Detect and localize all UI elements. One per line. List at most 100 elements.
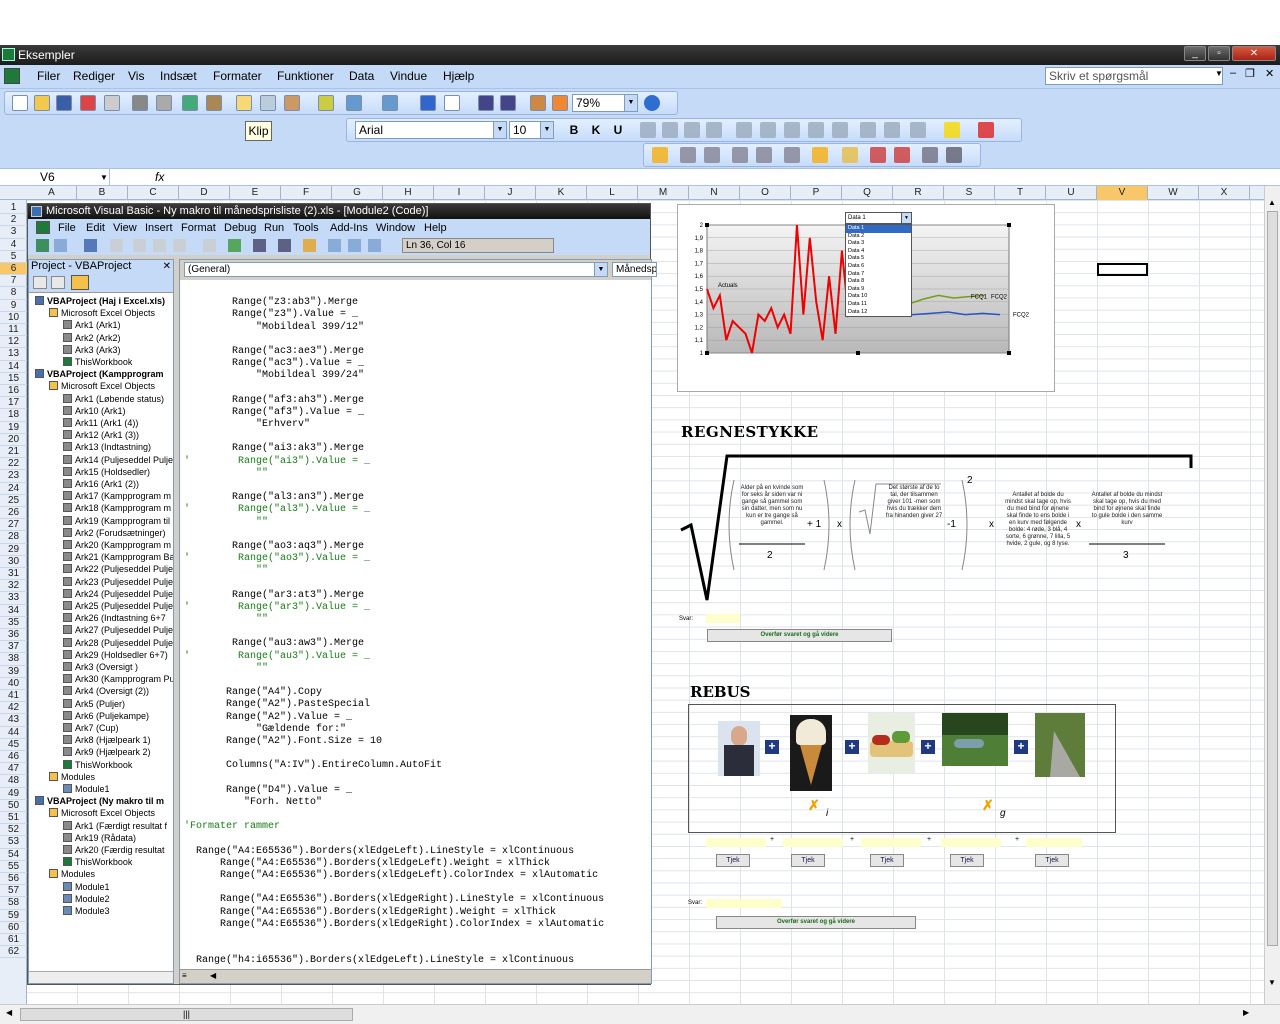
row-header[interactable]: 8 [0,287,27,300]
column-header[interactable]: L [587,186,638,200]
column-header[interactable]: M [638,186,689,200]
row-header[interactable]: 44 [0,727,27,739]
row-header[interactable]: 52 [0,824,27,837]
tree-item[interactable]: Microsoft Excel Objects [31,807,173,819]
trace-dependents-icon[interactable] [704,147,720,163]
menu-hjaelp[interactable]: Hjælp [443,69,474,83]
row-header[interactable]: 38 [0,653,27,666]
row-header[interactable]: 36 [0,629,27,642]
open-icon[interactable] [34,95,50,111]
row-header[interactable]: 34 [0,605,27,617]
autosum-icon[interactable] [444,95,460,111]
view-object-icon[interactable] [51,276,65,289]
increase-decimal-icon[interactable] [808,122,824,138]
vbe-document-icon[interactable] [36,221,50,234]
row-header[interactable]: 10 [0,312,27,324]
row-header[interactable]: 9 [0,300,27,312]
tree-item[interactable]: Ark1 (Færdigt resultat f [31,820,173,832]
row-header[interactable]: 20 [0,434,27,446]
print-icon[interactable] [132,95,148,111]
tree-item[interactable]: ThisWorkbook [31,759,173,771]
row-header[interactable]: 37 [0,641,27,654]
row-header[interactable]: 17 [0,397,27,410]
maximize-icon[interactable]: ▫ [1208,46,1230,61]
tree-item[interactable]: Ark3 (Oversigt ) [31,661,173,673]
column-header[interactable]: A [27,186,77,200]
copy-icon[interactable] [260,95,276,111]
tree-item[interactable]: ThisWorkbook [31,856,173,868]
row-header[interactable]: 48 [0,775,27,788]
tjek-button-1[interactable]: Tjek [716,854,750,867]
chart-dropdown-option[interactable]: Data 10 [846,293,911,301]
tjek-button-5[interactable]: Tjek [1035,854,1069,867]
regne-submit-button[interactable]: Overfør svaret og gå videre [707,629,892,642]
tree-item[interactable]: VBAProject (Kampprogram [31,368,173,380]
research-icon[interactable] [206,95,222,111]
tree-hscrollbar[interactable] [29,971,173,983]
row-header[interactable]: 14 [0,361,27,373]
row-header[interactable]: 24 [0,483,27,495]
help-search-input[interactable]: Skriv et spørgsmål [1045,67,1223,85]
watch-window-icon[interactable] [922,147,938,163]
column-header[interactable]: Q [842,186,893,200]
row-header[interactable]: 49 [0,788,27,800]
close-icon[interactable]: ✕ [1232,46,1276,61]
row-header[interactable]: 4 [0,239,27,251]
run-icon[interactable] [228,239,241,252]
undo-icon[interactable] [203,239,216,252]
design-mode-icon[interactable] [303,239,316,252]
bold-icon[interactable]: B [566,122,582,138]
column-header[interactable]: D [179,186,230,200]
row-header[interactable]: 41 [0,690,27,703]
object-select[interactable]: (General) ▼ [184,262,608,277]
rebus-input-2[interactable] [783,838,843,847]
scroll-up-icon[interactable]: ▲ [1268,198,1276,207]
spelling-icon[interactable] [182,95,198,111]
tree-item[interactable]: Ark6 (Puljekampe) [31,710,173,722]
row-header[interactable]: 40 [0,678,27,690]
menu-vis[interactable]: Vis [128,69,144,83]
row-header[interactable]: 7 [0,275,27,288]
tree-item[interactable]: Ark8 (Hjælpeark 1) [31,734,173,746]
procedure-view-icon[interactable]: ≡ [182,971,187,980]
object-browser-icon[interactable] [368,239,381,252]
row-header[interactable]: 55 [0,861,27,873]
row-header[interactable]: 30 [0,556,27,568]
row-header[interactable]: 62 [0,946,27,959]
new-comment-icon[interactable] [812,147,828,163]
rebus-input-3[interactable] [861,838,921,847]
row-header[interactable]: 29 [0,544,27,556]
regne-answer-input[interactable] [706,614,740,623]
trace-precedents-icon[interactable] [680,147,696,163]
chart-dropdown-option[interactable]: Data 6 [846,263,911,271]
decrease-indent-icon[interactable] [860,122,876,138]
row-header[interactable]: 1 [0,202,27,215]
view-code-icon[interactable] [33,276,47,289]
tree-item[interactable]: Ark27 (Puljeseddel Pulje [31,624,173,636]
tree-item[interactable]: Ark17 (Kampprogram m [31,490,173,502]
italic-icon[interactable]: K [588,122,604,138]
tree-item[interactable]: Module1 [31,881,173,893]
font-select[interactable]: Arial ▼ [355,121,507,139]
paste-icon[interactable] [284,95,300,111]
tree-item[interactable]: Ark29 (Holdsedler 6+7) [31,649,173,661]
tree-item[interactable]: Ark20 (Færdig resultat [31,844,173,856]
thousands-icon[interactable] [784,122,800,138]
row-header[interactable]: 16 [0,385,27,398]
rebus-answer-input[interactable] [706,899,782,908]
rebus-input-1[interactable] [706,838,766,847]
vbe-menu-add-ins[interactable]: Add-Ins [330,222,368,234]
cut-icon[interactable] [110,239,123,252]
chart-dropdown-option[interactable]: Data 9 [846,286,911,294]
tree-item[interactable]: Ark22 (Puljeseddel Pulje [31,563,173,575]
tree-item[interactable]: Ark19 (Rådata) [31,832,173,844]
tree-item[interactable]: VBAProject (Ny makro til m [31,795,173,807]
rebus-submit-button[interactable]: Overfør svaret og gå videre [716,916,916,929]
procedure-select[interactable]: Månedspr [612,262,657,277]
row-header[interactable]: 35 [0,617,27,629]
vbe-menu-debug[interactable]: Debug [224,222,256,234]
merge-center-icon[interactable] [706,122,722,138]
row-header[interactable]: 47 [0,763,27,776]
vbe-menu-tools[interactable]: Tools [293,222,319,234]
tree-item[interactable]: Ark14 (Puljeseddel Pulje [31,454,173,466]
